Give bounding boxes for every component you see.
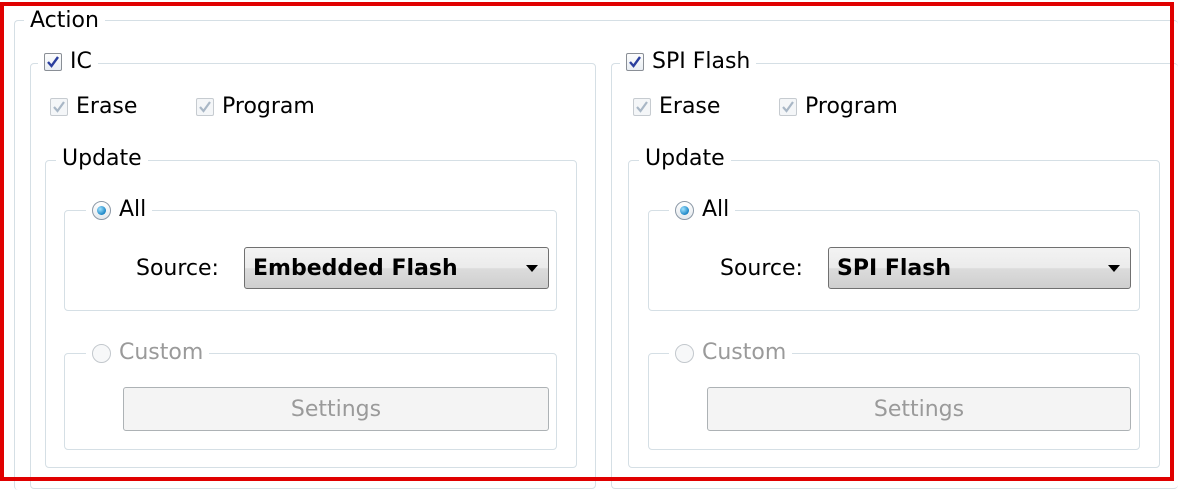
highlight-frame <box>0 2 1174 481</box>
